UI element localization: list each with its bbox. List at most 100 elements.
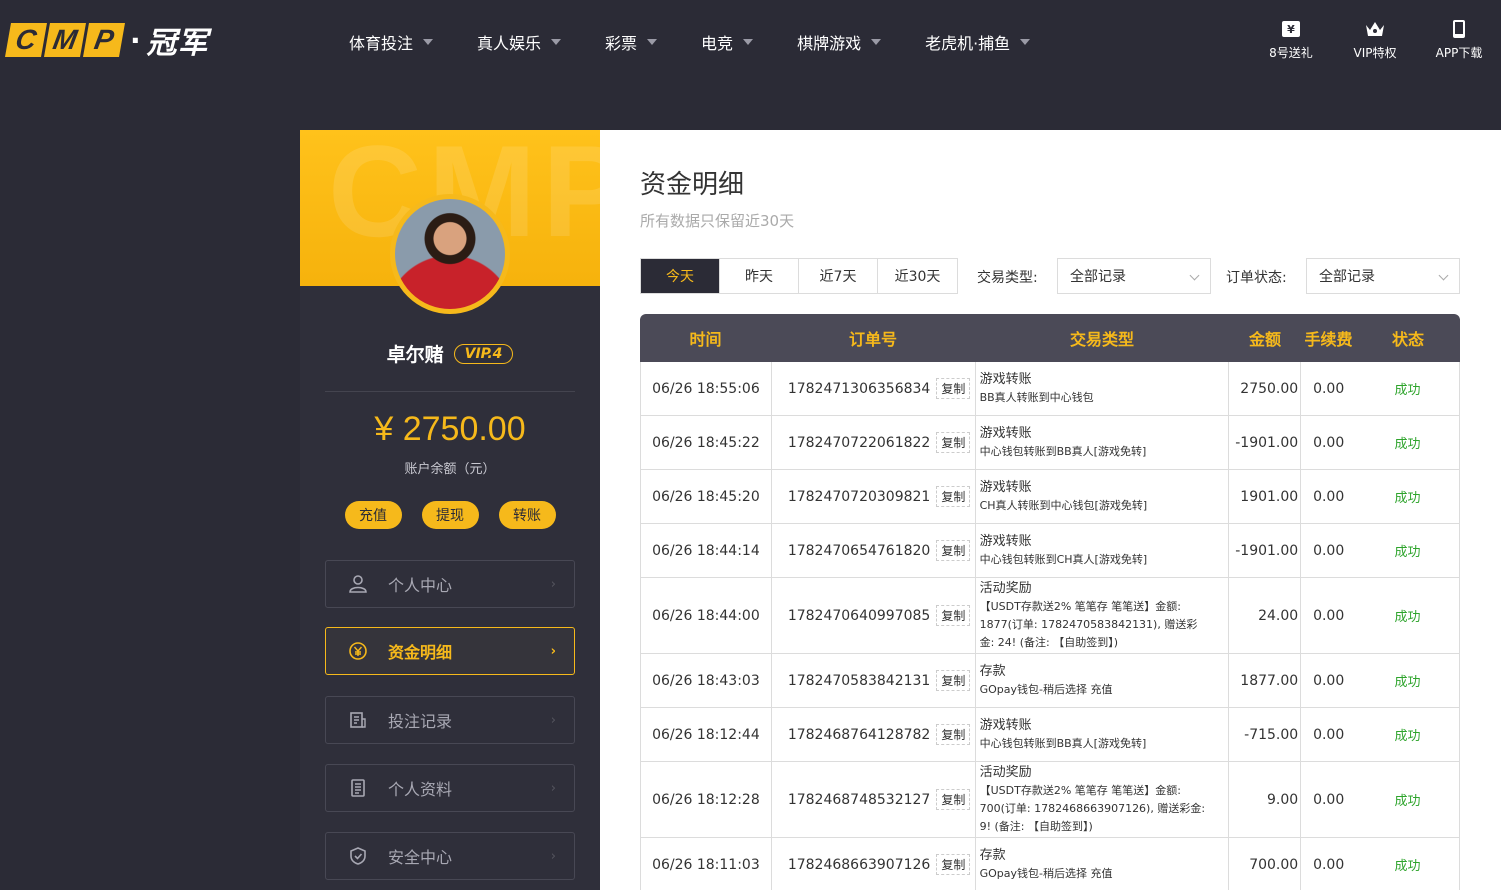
transaction-description: 9! (备注: 【自助签到】): [979, 819, 1093, 833]
fee-text: 0.00: [1313, 726, 1345, 743]
cell-time: 06/26 18:43:03: [641, 654, 772, 707]
cell-type: 游戏转账 CH真人转账到中心钱包[游戏免转]: [976, 470, 1230, 523]
time-text: 06/26 18:43:03: [652, 672, 760, 689]
site-logo[interactable]: C M P · 冠军: [5, 22, 209, 61]
transaction-description: GOpay钱包-稍后选择 充值: [979, 866, 1113, 880]
vip-link[interactable]: VIP特权: [1333, 18, 1417, 61]
avatar[interactable]: [390, 194, 510, 314]
tab-last-30-days[interactable]: 近30天: [878, 259, 957, 293]
crown-icon: [1366, 22, 1384, 36]
nav-lottery[interactable]: 彩票: [605, 30, 658, 54]
nav-live-casino[interactable]: 真人娱乐: [477, 30, 562, 54]
cell-fee: 0.00: [1301, 708, 1356, 761]
time-text: 06/26 18:11:03: [652, 856, 760, 873]
sidebar-item-fund-details[interactable]: 资金明细 ›: [325, 627, 575, 675]
nav-sports[interactable]: 体育投注: [349, 30, 434, 54]
withdraw-button[interactable]: 提现: [421, 501, 479, 529]
column-header-type: 交易类型: [1069, 330, 1134, 349]
cell-status: 成功: [1356, 470, 1460, 523]
logo-letter: M: [44, 23, 86, 57]
sidebar-item-label: 投注记录: [388, 712, 453, 731]
cell-status: 成功: [1356, 524, 1460, 577]
copy-order-button[interactable]: 复制: [936, 432, 971, 453]
cell-status: 成功: [1356, 762, 1460, 837]
user-icon: [349, 575, 367, 593]
transaction-description: 【USDT存款送2% 笔笔存 笔笔送】金额:: [979, 599, 1181, 613]
tab-yesterday[interactable]: 昨天: [720, 259, 799, 293]
copy-order-button[interactable]: 复制: [936, 378, 971, 399]
page-title: 资金明细: [640, 170, 745, 200]
amount-text: 700.00: [1249, 856, 1299, 873]
time-text: 06/26 18:45:22: [652, 434, 760, 451]
cell-time: 06/26 18:12:44: [641, 708, 772, 761]
nav-label: 棋牌游戏: [797, 34, 862, 53]
cell-status: 成功: [1356, 838, 1460, 890]
fee-text: 0.00: [1313, 672, 1345, 689]
chevron-down-icon: [647, 39, 658, 45]
copy-order-button[interactable]: 复制: [936, 540, 971, 561]
cell-time: 06/26 18:11:03: [641, 838, 772, 890]
order-status-select[interactable]: 全部记录: [1306, 258, 1460, 294]
transaction-description: 700(订单: 1782468663907126), 赠送彩金:: [979, 801, 1206, 815]
tab-today[interactable]: 今天: [641, 259, 720, 293]
table-row: 06/26 18:45:20 1782470720309821 复制 游戏转账 CH真人…: [640, 470, 1460, 524]
transfer-button[interactable]: 转账: [498, 501, 556, 529]
copy-order-button[interactable]: 复制: [936, 670, 971, 691]
nav-esports[interactable]: 电竞: [701, 30, 754, 54]
deposit-button[interactable]: 充值: [344, 501, 402, 529]
copy-order-button[interactable]: 复制: [936, 724, 971, 745]
cell-amount: 2750.00: [1229, 362, 1302, 415]
copy-order-button[interactable]: 复制: [936, 605, 971, 626]
sidebar-item-profile[interactable]: 个人资料 ›: [325, 764, 575, 812]
sidebar-item-bet-records[interactable]: 投注记录 ›: [325, 696, 575, 744]
app-download-label: APP下载: [1435, 46, 1483, 60]
transaction-type: 游戏转账: [979, 425, 1032, 441]
cell-fee: 0.00: [1301, 362, 1356, 415]
table-row: 06/26 18:45:22 1782470722061822 复制 游戏转账 中心钱包…: [640, 416, 1460, 470]
balance-label: 账户余额（元）: [404, 462, 496, 477]
sidebar-item-label: 个人资料: [388, 780, 453, 799]
cell-order-no: 1782470654761820 复制: [772, 524, 976, 577]
transaction-type-label: 交易类型:: [977, 270, 1038, 286]
logo-letter: C: [5, 23, 47, 57]
cell-type: 游戏转账 中心钱包转账到BB真人[游戏免转]: [976, 416, 1230, 469]
table-row: 06/26 18:11:03 1782468663907126 复制 存款 GOpay钱…: [640, 838, 1460, 890]
sidebar-item-personal-center[interactable]: 个人中心 ›: [325, 560, 575, 608]
status-badge: 成功: [1394, 675, 1421, 690]
nav-slots-fishing[interactable]: 老虎机·捕鱼: [925, 30, 1031, 54]
nav-card-games[interactable]: 棋牌游戏: [797, 30, 882, 54]
cell-fee: 0.00: [1301, 470, 1356, 523]
app-download-link[interactable]: APP下载: [1417, 18, 1501, 61]
copy-order-button[interactable]: 复制: [936, 486, 971, 507]
nav-label: 彩票: [605, 34, 638, 53]
transaction-type: 游戏转账: [979, 479, 1032, 495]
gift-link[interactable]: ¥ 8号送礼: [1249, 18, 1333, 61]
transaction-type-select[interactable]: 全部记录: [1057, 258, 1211, 294]
table-header: 时间 订单号 交易类型 金额 手续费 状态: [640, 314, 1460, 362]
wallet-actions: 充值 提现 转账: [300, 501, 600, 529]
transaction-type: 活动奖励: [979, 764, 1032, 780]
sidebar-item-label: 资金明细: [388, 643, 453, 662]
table-row: 06/26 18:43:03 1782470583842131 复制 存款 GOpay钱…: [640, 654, 1460, 708]
order-number: 1782468764128782: [787, 726, 931, 743]
status-badge: 成功: [1394, 794, 1421, 809]
cell-type: 活动奖励 【USDT存款送2% 笔笔存 笔笔送】金额: 1877(订单: 17824…: [976, 578, 1230, 653]
user-sidebar: CMP 卓尔赌 VIP.4 ¥ 2750.00 账户余额（元） 充值 提现 转账…: [300, 130, 600, 890]
copy-order-button[interactable]: 复制: [936, 854, 971, 875]
chevron-right-icon: ›: [550, 643, 556, 659]
chevron-right-icon: ›: [550, 780, 556, 796]
cell-amount: 24.00: [1229, 578, 1302, 653]
order-number: 1782470654761820: [787, 542, 931, 559]
table-row: 06/26 18:44:00 1782470640997085 复制 活动奖励 【USD…: [640, 578, 1460, 654]
tab-last-7-days[interactable]: 近7天: [799, 259, 878, 293]
main-nav: 体育投注 真人娱乐 彩票 电竞 棋牌游戏 老虎机·捕鱼: [349, 30, 1074, 54]
copy-order-button[interactable]: 复制: [936, 789, 971, 810]
sidebar-item-security-center[interactable]: 安全中心 ›: [325, 832, 575, 880]
fee-text: 0.00: [1313, 856, 1345, 873]
order-number: 1782470583842131: [787, 672, 931, 689]
order-number: 1782470720309821: [787, 488, 931, 505]
transaction-description: BB真人转账到中心钱包: [979, 390, 1094, 404]
chevron-down-icon: [1020, 39, 1031, 45]
time-text: 06/26 18:55:06: [652, 380, 760, 397]
user-identity: 卓尔赌 VIP.4: [300, 340, 600, 367]
